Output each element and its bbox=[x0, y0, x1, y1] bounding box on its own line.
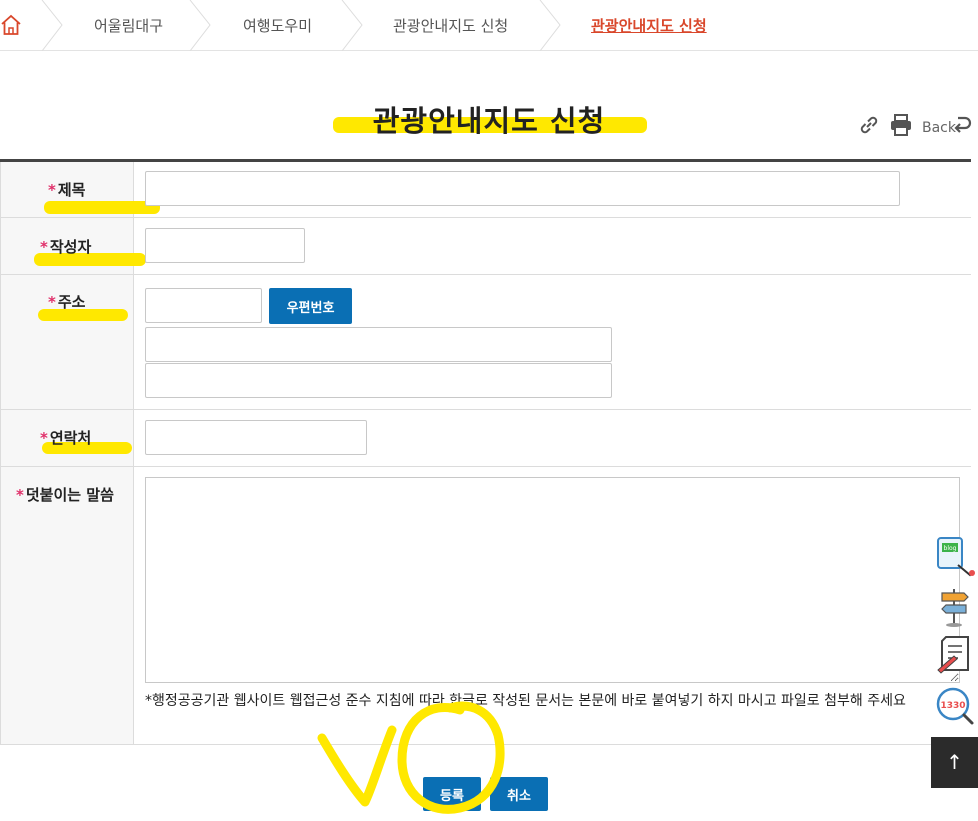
author-label: * 작성자 bbox=[40, 236, 91, 257]
breadcrumb-item-current[interactable]: 관광안내지도 신청 bbox=[591, 15, 707, 36]
contact-label: * 연락처 bbox=[40, 427, 91, 448]
required-mark: * bbox=[40, 429, 48, 447]
subject-label: * 제목 bbox=[48, 179, 85, 200]
address-label-text: 주소 bbox=[57, 293, 86, 311]
1330-call-icon[interactable]: 1330 bbox=[932, 683, 978, 729]
signpost-icon[interactable] bbox=[932, 583, 978, 629]
address-row: * 주소 우편번호 bbox=[0, 275, 971, 410]
contact-input[interactable] bbox=[145, 420, 367, 455]
accessibility-notice: *행정공공기관 웹사이트 웹접근성 준수 지침에 따라 한글로 작성된 문서는 … bbox=[145, 693, 906, 709]
document-pen-icon[interactable] bbox=[932, 632, 978, 678]
home-icon[interactable] bbox=[0, 13, 22, 37]
zipcode-input[interactable] bbox=[145, 288, 262, 323]
submit-button[interactable]: 등록 bbox=[423, 777, 481, 811]
blog-icon[interactable]: blog bbox=[932, 533, 978, 579]
subject-row: * 제목 bbox=[0, 162, 971, 218]
back-button[interactable]: Back bbox=[922, 120, 956, 136]
message-label: * 덧붙이는 말씀 bbox=[16, 484, 114, 505]
required-mark: * bbox=[16, 486, 24, 504]
breadcrumb: 어울림대구 여행도우미 관광안내지도 신청 관광안내지도 신청 bbox=[0, 0, 978, 51]
highlight-mark bbox=[44, 201, 160, 214]
address-line1-input[interactable] bbox=[145, 327, 612, 362]
subject-label-text: 제목 bbox=[57, 181, 86, 199]
breadcrumb-separator bbox=[189, 0, 211, 51]
breadcrumb-separator bbox=[341, 0, 363, 51]
breadcrumb-separator bbox=[41, 0, 63, 51]
scroll-top-button[interactable]: ↑ bbox=[931, 737, 978, 788]
page-title: 관광안내지도 신청 bbox=[372, 104, 606, 138]
address-label: * 주소 bbox=[48, 291, 85, 312]
zipcode-search-button[interactable]: 우편번호 bbox=[269, 288, 352, 324]
call-number-text: 1330 bbox=[940, 701, 965, 711]
breadcrumb-item-1[interactable]: 어울림대구 bbox=[94, 15, 163, 36]
required-mark: * bbox=[48, 293, 56, 311]
back-arrow-icon[interactable] bbox=[952, 114, 972, 136]
printer-icon[interactable] bbox=[889, 113, 913, 137]
breadcrumb-separator bbox=[539, 0, 561, 51]
breadcrumb-item-2[interactable]: 여행도우미 bbox=[243, 15, 312, 36]
contact-label-text: 연락처 bbox=[49, 429, 92, 447]
message-textarea[interactable] bbox=[145, 477, 960, 683]
author-input[interactable] bbox=[145, 228, 305, 263]
author-row: * 작성자 bbox=[0, 218, 971, 275]
author-label-text: 작성자 bbox=[49, 238, 92, 256]
breadcrumb-item-3[interactable]: 관광안내지도 신청 bbox=[393, 15, 508, 36]
svg-text:blog: blog bbox=[944, 545, 957, 552]
message-row: * 덧붙이는 말씀 *행정공공기관 웹사이트 웹접근성 준수 지침에 따라 한글로… bbox=[0, 467, 971, 745]
required-mark: * bbox=[48, 181, 56, 199]
required-mark: * bbox=[40, 238, 48, 256]
message-label-text: 덧붙이는 말씀 bbox=[25, 486, 114, 504]
contact-row: * 연락처 bbox=[0, 410, 971, 467]
row-label-cell bbox=[0, 467, 134, 744]
subject-input[interactable] bbox=[145, 171, 900, 206]
cancel-button[interactable]: 취소 bbox=[490, 777, 548, 811]
link-icon[interactable] bbox=[858, 114, 880, 136]
address-line2-input[interactable] bbox=[145, 363, 612, 398]
